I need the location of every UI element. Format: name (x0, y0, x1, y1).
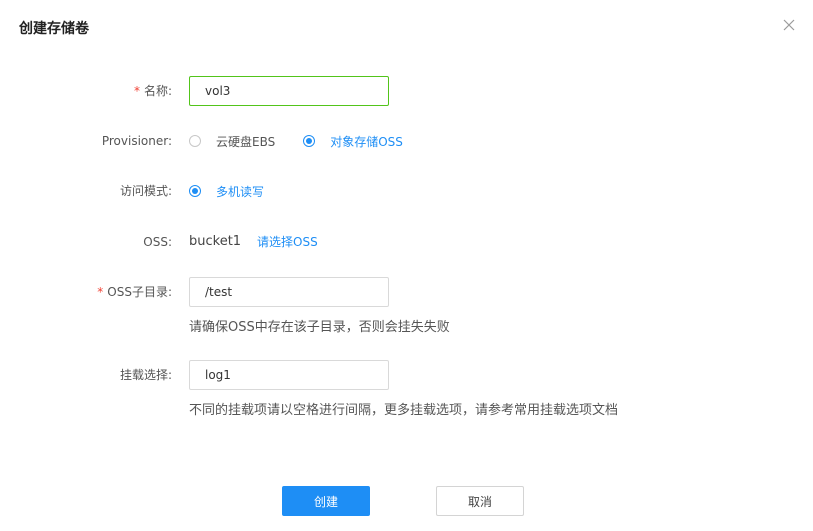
oss-subdir-input[interactable]: /test (189, 277, 389, 307)
form-row-provisioner: Provisioner: 云硬盘EBS 对象存储OSS (0, 126, 813, 156)
select-oss-link[interactable]: 请选择OSS (257, 227, 318, 257)
provisioner-radio-group: 云硬盘EBS 对象存储OSS (189, 126, 431, 156)
mount-options-label: 挂载选择: (119, 368, 172, 382)
access-mode-radio-group: 多机读写 (189, 176, 292, 206)
radio-checked-icon (303, 135, 316, 147)
form-row-oss-subdir: * OSS子目录: /test (0, 277, 813, 307)
close-icon[interactable] (781, 17, 797, 33)
radio-ebs-label: 云硬盘EBS (216, 134, 276, 149)
form-row-access-mode: 访问模式: 多机读写 (0, 176, 813, 206)
oss-subdir-label: * OSS子目录: (97, 285, 172, 299)
required-mark: * (133, 84, 140, 98)
create-button[interactable]: 创建 (282, 486, 370, 516)
name-label: * 名称: (133, 84, 172, 98)
radio-oss[interactable]: 对象存储OSS (303, 133, 403, 150)
radio-circle-icon (189, 135, 201, 147)
radio-oss-label: 对象存储OSS (330, 134, 403, 149)
access-mode-label: 访问模式: (119, 184, 172, 198)
oss-value: bucket1 (189, 234, 242, 249)
form-row-name: * 名称: vol3 (0, 76, 813, 106)
form-row-oss: OSS: bucket1 请选择OSS (0, 227, 813, 257)
radio-multi-rw[interactable]: 多机读写 (189, 183, 264, 200)
dialog-title: 创建存储卷 (19, 21, 89, 37)
mount-options-hint: 不同的挂载项请以空格进行间隔，更多挂载选项，请参考常用挂载选项文档 (189, 403, 619, 418)
radio-checked-icon (189, 185, 201, 197)
provisioner-label: Provisioner: (101, 134, 172, 148)
mount-options-input[interactable]: log1 (189, 360, 389, 390)
name-input[interactable]: vol3 (189, 76, 389, 106)
radio-ebs[interactable]: 云硬盘EBS (189, 133, 275, 150)
form-row-mount-options: 挂载选择: log1 (0, 360, 813, 390)
oss-subdir-hint: 请确保OSS中存在该子目录，否则会挂失失败 (189, 320, 450, 335)
required-mark: * (97, 285, 104, 299)
oss-label: OSS: (143, 235, 172, 249)
radio-multi-rw-label: 多机读写 (216, 184, 265, 199)
cancel-button[interactable]: 取消 (436, 486, 524, 516)
